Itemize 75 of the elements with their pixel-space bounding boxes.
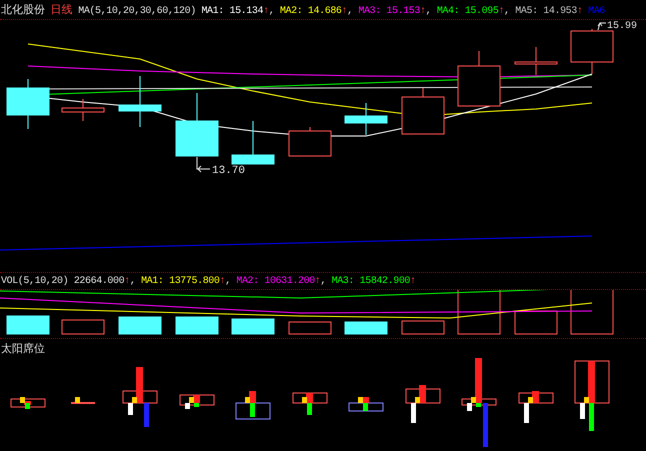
volume-bar	[118, 316, 162, 334]
price-label: 13.70	[212, 165, 246, 177]
indicator-value: 15.153	[386, 6, 420, 17]
stock-name: 北化股份	[1, 3, 45, 16]
indicator-bar-group	[180, 394, 214, 409]
up-arrow-icon: ↑	[124, 276, 130, 287]
volume-bar	[232, 318, 274, 334]
volume-bar	[344, 322, 388, 334]
separator: ,	[225, 276, 231, 287]
indicator-label: MA1:	[141, 276, 164, 287]
up-arrow-icon: ↑	[576, 6, 582, 17]
candlestick	[6, 78, 50, 130]
indicator-value: 10631.200	[264, 276, 315, 287]
up-arrow-icon: ↑	[420, 6, 426, 17]
indicator-label: MA4:	[436, 6, 460, 17]
indicator-bar-group	[574, 360, 610, 431]
indicator-label: MA1:	[201, 6, 224, 17]
indicator-bar-group	[10, 397, 46, 409]
indicator-label: MA3:	[358, 6, 381, 17]
indicator-label: MA6	[588, 6, 605, 17]
up-arrow-icon: ↑	[498, 6, 504, 17]
indicator-bar-group	[236, 391, 270, 420]
candlestick	[118, 76, 162, 128]
indicator-label: MA2:	[280, 6, 302, 17]
candlestick	[514, 46, 558, 76]
candlestick	[344, 102, 388, 136]
separator: ,	[504, 6, 510, 17]
candlestick	[288, 126, 332, 156]
indicator-value: 14.686	[308, 6, 342, 17]
indicator-value: 13775.800	[169, 276, 220, 287]
separator: ,	[320, 276, 326, 287]
indicator-bar-group	[122, 367, 158, 427]
candlestick	[570, 28, 614, 74]
indicator-value: 14.953	[543, 6, 577, 17]
price-label: 15.99	[607, 21, 638, 32]
volume-bar	[458, 290, 500, 334]
indicator-name: VOL(5,10,20)	[1, 276, 68, 287]
indicator-value: 15.095	[464, 6, 498, 17]
volume-bar	[514, 310, 558, 334]
separator: ,	[347, 6, 353, 17]
indicator-label: MA3:	[332, 276, 354, 287]
volume-bar	[570, 290, 614, 334]
indicator-bar-group	[348, 397, 384, 412]
candlestick	[402, 88, 444, 134]
candlestick	[176, 92, 218, 156]
up-arrow-icon: ↑	[263, 6, 269, 17]
indicator-label: MA5:	[515, 6, 538, 17]
separator: ,	[268, 6, 274, 17]
indicator-bar-group	[406, 385, 440, 423]
volume-bar	[6, 316, 50, 334]
indicator-value: 15.134	[229, 6, 264, 17]
volume-bar	[62, 320, 104, 334]
leader-line	[196, 156, 210, 172]
up-arrow-icon: ↑	[220, 276, 226, 287]
indicator-bar-group	[71, 397, 95, 404]
candlestick	[232, 120, 274, 164]
panel-title: 太阳席位	[1, 342, 45, 355]
up-arrow-icon: ↑	[314, 276, 320, 287]
indicator-value: 22664.000	[74, 276, 124, 287]
volume-bar	[176, 316, 218, 334]
separator: ,	[426, 6, 432, 17]
indicator-bar-group	[292, 392, 328, 415]
indicator-label: MA2:	[236, 276, 259, 287]
up-arrow-icon: ↑	[410, 276, 416, 287]
candlestick	[458, 50, 500, 106]
candlestick	[62, 98, 104, 122]
indicator-bar-group	[518, 391, 554, 423]
indicator-name: MA(5,10,20,30,60,120)	[78, 6, 196, 17]
leader-line	[598, 22, 606, 30]
separator: ,	[130, 276, 136, 287]
indicator-value: 15842.900	[360, 276, 410, 287]
volume-bar	[402, 320, 444, 334]
period-label: 日线	[50, 3, 73, 16]
volume-bar	[288, 322, 332, 334]
up-arrow-icon: ↑	[342, 6, 348, 17]
